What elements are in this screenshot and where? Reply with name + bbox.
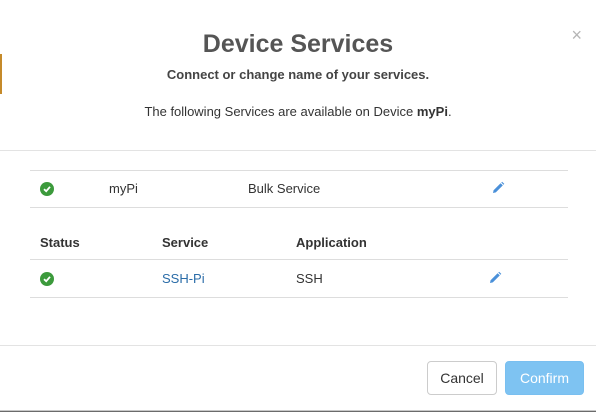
device-services-dialog: × Device Services Connect or change name… (0, 0, 596, 411)
pencil-icon[interactable] (488, 271, 502, 288)
confirm-button[interactable]: Confirm (505, 361, 584, 395)
pencil-icon[interactable] (491, 181, 505, 198)
dialog-title: Device Services (202, 30, 394, 58)
device-info-text: The following Services are available on … (0, 104, 596, 119)
services-table-header: Status Service Application (30, 228, 568, 258)
check-circle-icon (40, 182, 54, 196)
cancel-button[interactable]: Cancel (427, 361, 497, 395)
header-service: Service (162, 235, 209, 250)
device-row-name: myPi (109, 181, 138, 196)
header-application: Application (296, 235, 367, 250)
dialog-subtitle: Connect or change name of your services. (166, 67, 430, 82)
row-divider (30, 297, 568, 298)
service-link[interactable]: SSH-Pi (162, 261, 205, 297)
device-row-application: Bulk Service (248, 181, 321, 196)
device-name: myPi (416, 104, 448, 119)
info-prefix: The following Services are available on … (144, 104, 417, 119)
footer-divider (0, 345, 596, 346)
header-divider-line (30, 259, 568, 260)
info-suffix: . (447, 104, 452, 119)
service-application: SSH (296, 271, 323, 286)
row-divider (30, 207, 568, 208)
header-status: Status (40, 235, 80, 250)
device-row: myPi Bulk Service (30, 171, 568, 207)
header-divider (0, 150, 596, 151)
table-row: SSH-Pi SSH (30, 261, 568, 297)
check-circle-icon (40, 272, 54, 286)
dialog-header: × Device Services Connect or change name… (0, 0, 596, 150)
